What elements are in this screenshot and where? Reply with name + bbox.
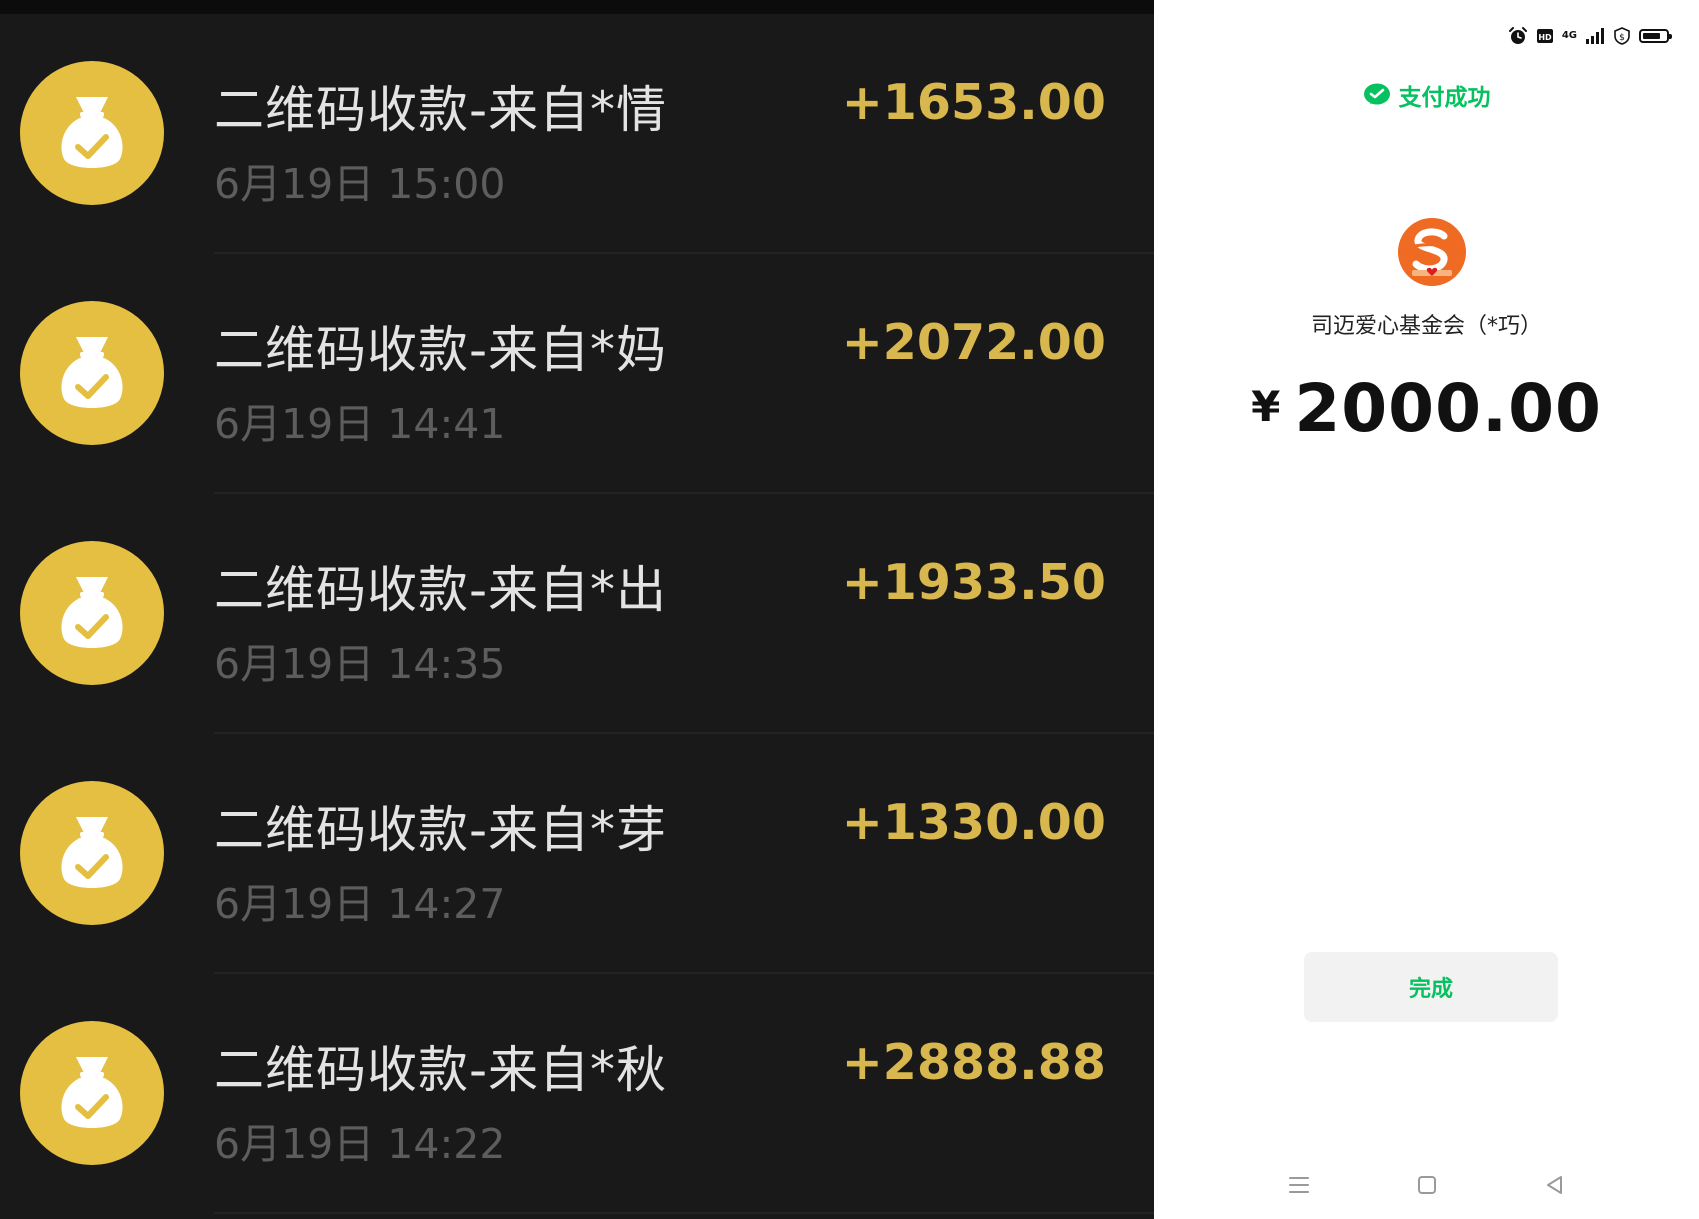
- transaction-title: 二维码收款-来自*秋: [214, 1041, 668, 1099]
- network-label: 4G: [1561, 30, 1577, 41]
- hd-icon: HD: [1536, 29, 1553, 43]
- transaction-time: 6月19日 14:41: [214, 400, 506, 448]
- shield-icon: $: [1614, 27, 1630, 45]
- transaction-row[interactable]: 二维码收款-来自*芽 6月19日 14:27 +1330.00: [0, 734, 1154, 974]
- menu-icon[interactable]: [1284, 1170, 1314, 1200]
- transaction-amount: +1653.00: [841, 74, 1106, 131]
- transaction-amount: +1330.00: [841, 794, 1106, 851]
- money-bag-check-icon: [20, 61, 164, 205]
- amount-value: 2000.00: [1294, 370, 1602, 447]
- svg-text:HD: HD: [1538, 33, 1552, 42]
- battery-level: [1643, 33, 1660, 39]
- transaction-row[interactable]: 二维码收款-来自*秋 6月19日 14:22 +2888.88: [0, 974, 1154, 1214]
- wechat-pay-icon: [1363, 83, 1390, 105]
- transaction-amount: +2072.00: [841, 314, 1106, 371]
- transaction-time: 6月19日 14:35: [214, 640, 506, 688]
- transaction-title: 二维码收款-来自*情: [214, 81, 668, 139]
- transaction-time: 6月19日 14:22: [214, 1120, 506, 1168]
- status-bar: HD 4G $: [1508, 24, 1672, 48]
- home-square-icon[interactable]: [1412, 1170, 1442, 1200]
- money-bag-check-icon: [20, 541, 164, 685]
- merchant-logo: [1398, 218, 1466, 286]
- system-nav-bar: [1154, 1170, 1699, 1200]
- currency-symbol: ¥: [1251, 382, 1281, 431]
- transaction-amount: +1933.50: [841, 554, 1106, 611]
- transaction-title: 二维码收款-来自*出: [214, 561, 668, 619]
- merchant-name: 司迈爱心基金会（*巧）: [1310, 314, 1542, 339]
- top-strip: [0, 0, 1154, 14]
- battery-icon: [1639, 29, 1672, 43]
- divider: [214, 1212, 1154, 1214]
- transaction-time: 6月19日 15:00: [214, 160, 506, 208]
- transaction-list-panel: 二维码收款-来自*情 6月19日 15:00 +1653.00 二维码收款-来自…: [0, 0, 1154, 1219]
- payment-success-panel: HD 4G $ 支付成功 司迈爱心基金会（*巧） ¥ 2000.00 完成: [1154, 0, 1699, 1219]
- transaction-row[interactable]: 二维码收款-来自*妈 6月19日 14:41 +2072.00: [0, 254, 1154, 494]
- screen-root: 二维码收款-来自*情 6月19日 15:00 +1653.00 二维码收款-来自…: [0, 0, 1699, 1219]
- payment-amount: ¥ 2000.00: [1154, 370, 1699, 447]
- transaction-title: 二维码收款-来自*芽: [214, 801, 668, 859]
- done-button[interactable]: 完成: [1304, 952, 1558, 1022]
- transaction-list: 二维码收款-来自*情 6月19日 15:00 +1653.00 二维码收款-来自…: [0, 14, 1154, 1214]
- transaction-row[interactable]: 二维码收款-来自*情 6月19日 15:00 +1653.00: [0, 14, 1154, 254]
- transaction-amount: +2888.88: [841, 1034, 1106, 1091]
- transaction-title: 二维码收款-来自*妈: [214, 321, 668, 379]
- svg-text:$: $: [1619, 33, 1625, 43]
- money-bag-check-icon: [20, 1021, 164, 1165]
- alarm-icon: [1508, 27, 1527, 44]
- money-bag-check-icon: [20, 781, 164, 925]
- money-bag-check-icon: [20, 301, 164, 445]
- payment-status: 支付成功: [1154, 78, 1699, 112]
- signal-icon: [1586, 28, 1604, 44]
- transaction-row[interactable]: 二维码收款-来自*出 6月19日 14:35 +1933.50: [0, 494, 1154, 734]
- back-triangle-icon[interactable]: [1540, 1170, 1570, 1200]
- payment-status-text: 支付成功: [1398, 85, 1491, 111]
- transaction-time: 6月19日 14:27: [214, 880, 506, 928]
